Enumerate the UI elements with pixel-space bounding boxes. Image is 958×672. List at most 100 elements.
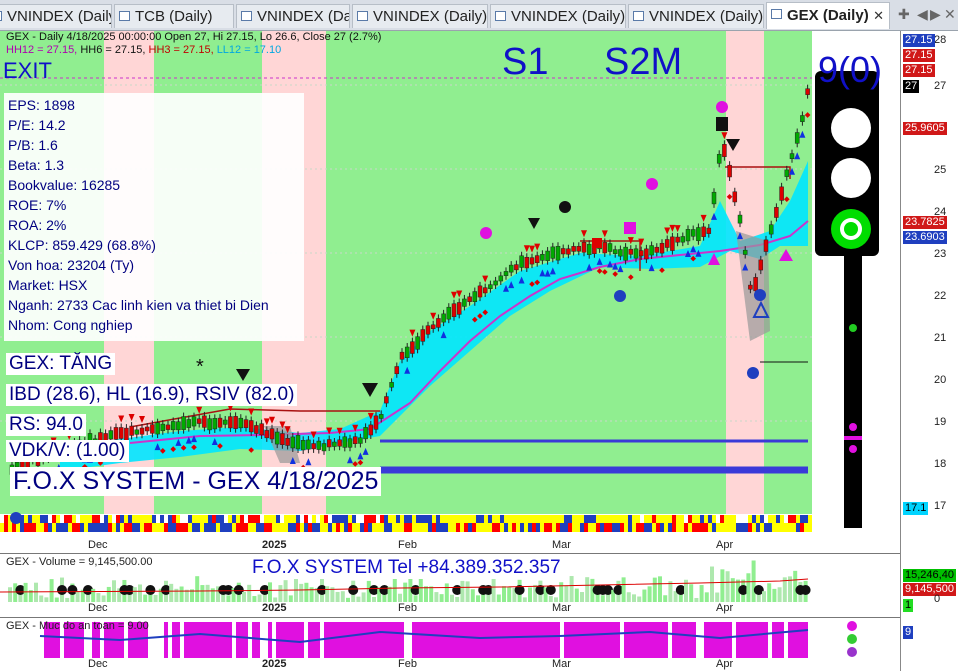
- volume-bar: [413, 595, 418, 602]
- volume-bar: [559, 582, 564, 602]
- strip-bottom: [244, 523, 248, 532]
- strip-bottom: [672, 523, 676, 532]
- volume-panel[interactable]: GEX - Volume = 9,145,500.00 F.O.X SYSTEM…: [0, 553, 900, 616]
- strip-top: [464, 515, 468, 523]
- close-tab-icon[interactable]: ✕: [873, 3, 884, 29]
- strip-top: [656, 515, 660, 523]
- scroll-left-icon[interactable]: ◀: [917, 6, 928, 23]
- strip-top: [0, 515, 4, 523]
- volume-bar: [777, 587, 782, 602]
- volume-bar: [663, 595, 668, 602]
- safety-bar: [644, 622, 648, 658]
- von-hoa: Von hoa: 23204 (Ty): [8, 257, 135, 273]
- strip-bottom: [732, 523, 736, 532]
- strip-bottom: [452, 523, 456, 532]
- strip-bottom: [324, 523, 328, 532]
- tab-tcb[interactable]: TCB (Daily): [114, 4, 234, 28]
- strip-bottom: [748, 523, 752, 532]
- strip-bottom: [328, 523, 332, 532]
- strip-bottom: [424, 523, 428, 532]
- volume-bar: [642, 589, 647, 602]
- strip-bottom: [380, 523, 384, 532]
- strip-top: [788, 515, 792, 523]
- scroll-right-icon[interactable]: ▶: [930, 6, 941, 23]
- strip-top: [156, 515, 160, 523]
- safety-bar: [516, 622, 520, 658]
- safety-bar: [248, 622, 252, 658]
- strip-top: [356, 515, 360, 523]
- safety-bar: [472, 622, 476, 658]
- volume-bar: [600, 595, 605, 602]
- ytick: 28: [934, 34, 947, 46]
- safety-bar: [328, 622, 332, 658]
- strip-bottom: [236, 523, 240, 532]
- volume-label: GEX - Volume = 9,145,500.00: [6, 556, 153, 568]
- strip-bottom: [284, 523, 288, 532]
- volume-bar: [632, 594, 636, 602]
- strip-top: [136, 515, 140, 523]
- volume-bar: [304, 582, 309, 602]
- strip-bottom: [584, 523, 588, 532]
- volume-bar: [689, 584, 694, 602]
- strip-bottom: [124, 523, 128, 532]
- strip-bottom: [348, 523, 352, 532]
- safety-bar: [756, 622, 760, 658]
- tab-vnindex-1[interactable]: VNINDEX (Daily): [0, 4, 112, 28]
- strip-top: [368, 515, 372, 523]
- strip-bottom: [176, 523, 180, 532]
- add-tab-icon[interactable]: ✚: [898, 6, 910, 23]
- volume-bar: [528, 587, 532, 602]
- tab-vnindex-2[interactable]: VNINDEX (Daily): [236, 4, 350, 28]
- vol-date-apr: Apr: [716, 602, 734, 614]
- strip-bottom: [780, 523, 784, 532]
- volume-bar: [470, 589, 475, 602]
- chart-tab-icon: [241, 11, 252, 21]
- chart-tab-icon: [495, 11, 506, 21]
- tab-list-icon[interactable]: ✕: [944, 6, 956, 23]
- strip-top: [488, 515, 492, 523]
- signal-count: 9(0): [818, 49, 883, 90]
- strip-bottom: [564, 523, 568, 532]
- safety-bar: [740, 622, 744, 658]
- strip-bottom: [32, 523, 36, 532]
- strip-top: [776, 515, 780, 523]
- tab-gex-active[interactable]: GEX (Daily) ✕: [766, 2, 890, 29]
- strip-bottom: [168, 523, 172, 532]
- safety-bar: [784, 622, 788, 658]
- price-chart[interactable]: * GEX - Daily 4/18/2025 00:00:00 Open 27…: [0, 31, 900, 551]
- strip-top: [184, 515, 188, 523]
- strip-top: [752, 515, 756, 523]
- volume-bar: [637, 596, 642, 602]
- strip-top: [784, 515, 788, 523]
- strip-top: [604, 515, 608, 523]
- strip-bottom: [184, 523, 188, 532]
- safety-bar: [796, 622, 800, 658]
- strip-bottom: [612, 523, 616, 532]
- safety-bar: [444, 622, 448, 658]
- strip-bottom: [280, 523, 284, 532]
- strip-top: [544, 515, 548, 523]
- volume-bar: [288, 595, 293, 602]
- strip-bottom: [668, 523, 672, 532]
- strip-bottom: [516, 523, 520, 532]
- strip-top: [28, 515, 32, 523]
- strip-top: [56, 515, 60, 523]
- strip-top: [208, 515, 212, 523]
- tab-vnindex-5[interactable]: VNINDEX (Daily): [628, 4, 764, 28]
- strip-bottom: [752, 523, 756, 532]
- strip-bottom: [404, 523, 408, 532]
- price-badge-ma2: 23.7825: [903, 216, 947, 229]
- volume-bar: [585, 577, 590, 602]
- strip-bottom: [656, 523, 660, 532]
- ytick: 20: [934, 374, 947, 386]
- trend-indicator: GEX: TĂNG: [6, 353, 116, 375]
- safety-panel[interactable]: GEX - Muc do an toan = 9.00 Dec 2025 Feb…: [0, 617, 900, 672]
- tab-vnindex-4[interactable]: VNINDEX (Daily): [490, 4, 626, 28]
- traffic-light-middle: [831, 158, 871, 198]
- strip-bottom: [44, 523, 48, 532]
- strip-top: [628, 515, 632, 523]
- s1-signal: S1: [502, 41, 549, 83]
- volume-bar: [278, 585, 283, 602]
- safety-bar: [392, 622, 396, 658]
- tab-vnindex-3[interactable]: VNINDEX (Daily): [352, 4, 488, 28]
